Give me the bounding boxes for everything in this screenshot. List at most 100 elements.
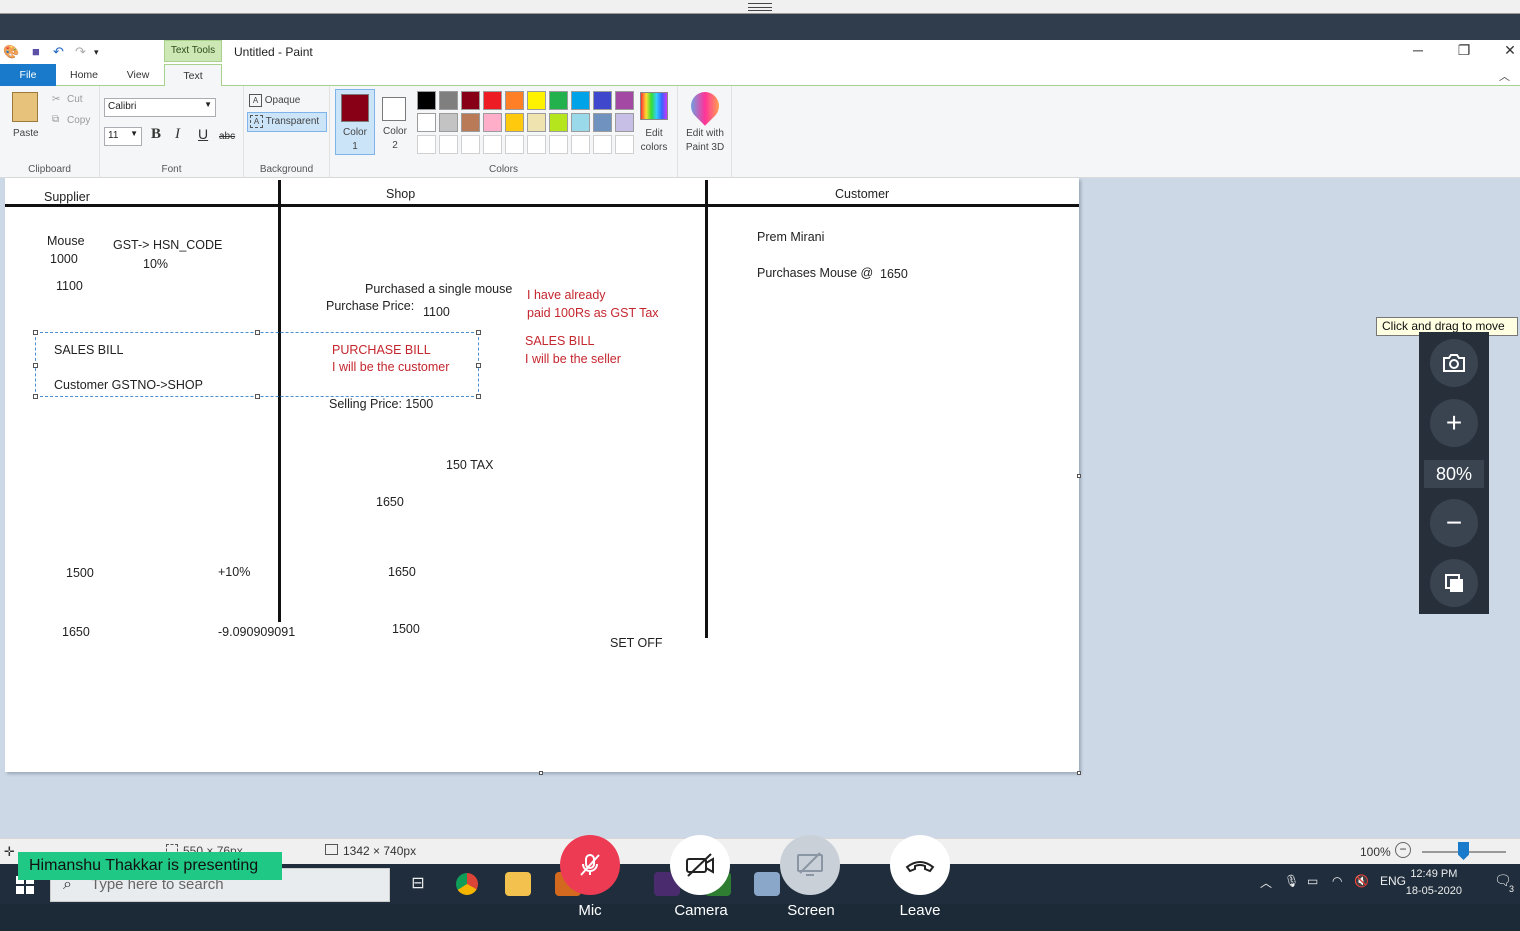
palette-swatch[interactable]: [593, 91, 612, 110]
palette-swatch[interactable]: [571, 113, 590, 132]
leave-button[interactable]: [890, 835, 950, 895]
tab-text[interactable]: Text: [164, 64, 222, 87]
custom-color-slot[interactable]: [483, 135, 502, 154]
palette-swatch[interactable]: [593, 113, 612, 132]
custom-color-slot[interactable]: [615, 135, 634, 154]
volume-muted-icon[interactable]: 🔇: [1354, 874, 1369, 888]
selection-handle[interactable]: [255, 330, 260, 335]
palette-swatch[interactable]: [417, 91, 436, 110]
palette-swatch[interactable]: [505, 91, 524, 110]
selection-handle[interactable]: [33, 330, 38, 335]
customize-quick-access-icon[interactable]: ▾: [94, 47, 99, 58]
drag-grip-icon[interactable]: [748, 3, 772, 11]
mic-button[interactable]: [560, 835, 620, 895]
palette-swatch[interactable]: [615, 91, 634, 110]
palette-swatch[interactable]: [483, 91, 502, 110]
chrome-icon[interactable]: [456, 873, 478, 895]
paste-button[interactable]: Paste: [13, 128, 39, 139]
zoom-slider-thumb[interactable]: [1458, 842, 1469, 860]
palette-swatch[interactable]: [461, 113, 480, 132]
edit-colors-line1[interactable]: Edit: [634, 128, 674, 139]
selection-handle[interactable]: [476, 363, 481, 368]
tray-chevron-icon[interactable]: ︿: [1260, 874, 1272, 891]
screenshot-button[interactable]: [1430, 339, 1478, 387]
color1-button[interactable]: Color 1: [335, 89, 375, 155]
palette-swatch[interactable]: [527, 91, 546, 110]
custom-color-slot[interactable]: [439, 135, 458, 154]
custom-color-slot[interactable]: [571, 135, 590, 154]
wifi-icon[interactable]: ◠: [1332, 874, 1342, 888]
file-explorer-icon[interactable]: [505, 872, 531, 896]
redo-icon[interactable]: ↷: [75, 44, 86, 60]
custom-color-slot[interactable]: [505, 135, 524, 154]
screen-share-button[interactable]: [780, 835, 840, 895]
save-icon[interactable]: ■: [32, 44, 40, 59]
copy-button[interactable]: Copy: [67, 115, 90, 126]
canvas-resize-handle[interactable]: [539, 771, 543, 775]
paint-app-icon: 🎨: [3, 44, 20, 59]
transparent-button[interactable]: A Transparent: [247, 112, 327, 132]
undo-icon[interactable]: ↶: [53, 44, 64, 60]
palette-swatch[interactable]: [461, 91, 480, 110]
zoom-out-button[interactable]: −: [1430, 499, 1478, 547]
custom-color-slot[interactable]: [461, 135, 480, 154]
edit-colors-line2[interactable]: colors: [634, 142, 674, 153]
canvas-resize-handle[interactable]: [1077, 771, 1081, 775]
drawing-canvas[interactable]: Supplier Shop Customer Mouse 1000 GST-> …: [5, 178, 1079, 772]
strikethrough-button[interactable]: abc: [219, 131, 235, 142]
palette-swatch[interactable]: [615, 113, 634, 132]
supplier-shop-divider: [278, 180, 281, 622]
custom-color-slot[interactable]: [549, 135, 568, 154]
font-size-select[interactable]: 11 ▼: [104, 127, 142, 146]
palette-swatch[interactable]: [483, 113, 502, 132]
maximize-button[interactable]: ❐: [1444, 42, 1484, 59]
microphone-tray-icon[interactable]: 🎙: [1284, 874, 1299, 888]
selection-handle[interactable]: [255, 394, 260, 399]
zoom-in-button[interactable]: +: [1430, 399, 1478, 447]
screen-label: Screen: [787, 902, 835, 919]
close-button[interactable]: ✕: [1490, 42, 1520, 59]
palette-swatch[interactable]: [549, 91, 568, 110]
cut-button[interactable]: Cut: [67, 94, 83, 105]
palette-swatch[interactable]: [505, 113, 524, 132]
selection-handle[interactable]: [476, 330, 481, 335]
zoom-panel[interactable]: + 80% −: [1419, 332, 1489, 614]
edit-colors-icon[interactable]: [640, 92, 668, 120]
palette-swatch[interactable]: [571, 91, 590, 110]
bold-button[interactable]: B: [151, 126, 161, 143]
canvas-resize-handle[interactable]: [1077, 474, 1081, 478]
collapse-ribbon-icon[interactable]: ︿: [1499, 68, 1510, 84]
color2-button[interactable]: Color 2: [376, 89, 414, 155]
selection-handle[interactable]: [33, 363, 38, 368]
selection-handle[interactable]: [33, 394, 38, 399]
popout-button[interactable]: [1430, 559, 1478, 607]
palette-swatch[interactable]: [549, 113, 568, 132]
taskbar-clock[interactable]: 12:49 PM 18-05-2020: [1406, 866, 1462, 900]
custom-color-slot[interactable]: [417, 135, 436, 154]
zoom-out-icon[interactable]: −: [1395, 842, 1411, 858]
tab-view[interactable]: View: [112, 64, 164, 86]
underline-button[interactable]: U: [198, 126, 208, 142]
minimize-button[interactable]: ─: [1398, 42, 1438, 58]
paint3d-line1[interactable]: Edit with: [678, 128, 732, 139]
battery-icon[interactable]: ▭: [1307, 874, 1318, 888]
palette-swatch[interactable]: [439, 113, 458, 132]
tab-file[interactable]: File: [0, 64, 56, 86]
custom-color-slot[interactable]: [593, 135, 612, 154]
tab-home[interactable]: Home: [56, 64, 112, 86]
paint-taskbar-icon[interactable]: [754, 872, 780, 896]
paint3d-icon[interactable]: [685, 86, 725, 126]
font-family-select[interactable]: Calibri ▼: [104, 98, 216, 117]
selection-handle[interactable]: [476, 394, 481, 399]
paint3d-line2[interactable]: Paint 3D: [678, 142, 732, 153]
camera-button[interactable]: [670, 835, 730, 895]
opaque-button[interactable]: A Opaque: [249, 92, 325, 110]
palette-swatch[interactable]: [417, 113, 436, 132]
selection-box[interactable]: [35, 332, 479, 397]
palette-swatch[interactable]: [527, 113, 546, 132]
italic-button[interactable]: I: [175, 126, 180, 143]
language-indicator[interactable]: ENG: [1380, 874, 1406, 888]
palette-swatch[interactable]: [439, 91, 458, 110]
custom-color-slot[interactable]: [527, 135, 546, 154]
task-view-icon[interactable]: ⊟: [405, 872, 431, 896]
